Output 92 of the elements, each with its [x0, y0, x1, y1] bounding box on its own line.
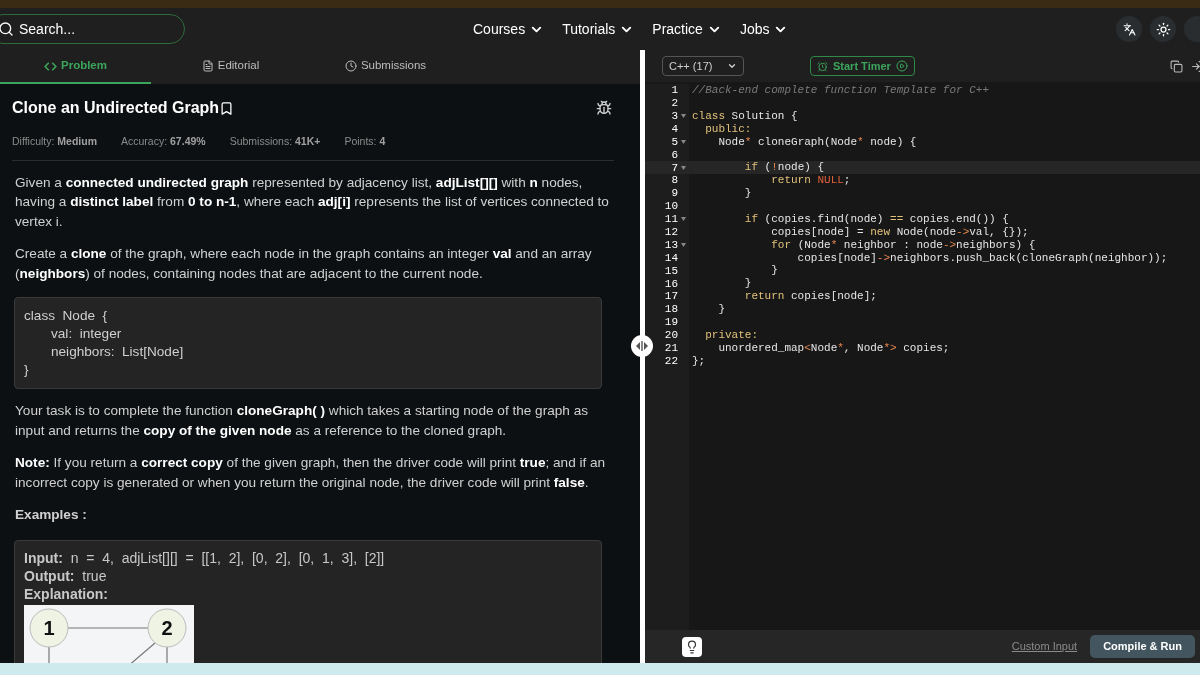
login-icon[interactable] [1191, 59, 1200, 73]
problem-stat: Difficulty: Medium [12, 134, 97, 149]
code-line: neighbors: List[Node] [50, 343, 184, 362]
line-number: 16 [664, 276, 678, 292]
hint-button[interactable] [682, 636, 702, 657]
line-number: 15 [664, 263, 678, 279]
problem-title: Clone an Undirected Graph [12, 98, 220, 118]
line-number: 5 [671, 134, 678, 150]
custom-input-link[interactable]: Custom Input [1011, 638, 1078, 655]
code-line: public: [704, 122, 752, 136]
language-select[interactable]: C++ (17) [662, 56, 744, 76]
problem-stat: Accuracy: 67.49% [121, 134, 206, 149]
statement-paragraph: Your task is to complete the function cloneGraph( ) which takes a starting node of the graph as input and returns the copy of the given node as a reference to the cloned graph. [15, 402, 589, 440]
line-number: 22 [664, 353, 678, 369]
nav-menu[interactable]: Courses [473, 18, 545, 40]
line-number: 11 [664, 212, 678, 228]
code-line: class Node { [24, 307, 108, 326]
code-line: val: integer [50, 325, 122, 344]
code-line: } [717, 303, 725, 317]
line-number: 14 [664, 250, 678, 266]
tab[interactable]: Editorial [155, 50, 306, 84]
nav-menu[interactable]: Practice [652, 18, 722, 40]
statement-paragraph: Given a connected undirected graph represented by adjacency list, adjList[][] with n nodes, having a distinct label from 0 to n-1, where each adj[i] represents the list of vertices connected to vertex i. [15, 173, 610, 231]
code-line: if (!node) { [743, 161, 825, 175]
code-line: } [743, 277, 752, 291]
translate-button[interactable] [1116, 16, 1142, 42]
lightbulb-icon [685, 639, 699, 654]
fold-icon[interactable] [680, 140, 686, 144]
start-timer-button[interactable]: Start Timer [810, 56, 915, 76]
copy-icon[interactable] [1170, 59, 1183, 73]
line-number: 9 [671, 186, 678, 202]
line-number: 4 [671, 121, 678, 137]
fold-icon[interactable] [680, 217, 686, 222]
code-line: }; [691, 354, 706, 368]
bug-icon[interactable] [596, 100, 612, 116]
line-number: 19 [664, 315, 678, 331]
theme-button[interactable] [1150, 16, 1176, 42]
nav-menu[interactable]: Tutorials [562, 18, 635, 40]
line-number: 20 [664, 328, 678, 344]
line-number: 10 [664, 199, 678, 215]
code-line: class Solution { [691, 109, 798, 123]
code-line: return NULL; [770, 174, 851, 188]
code-line: } [770, 264, 778, 278]
resize-handle[interactable] [631, 335, 653, 357]
tab[interactable]: Submissions [310, 50, 461, 84]
sun-icon [1155, 21, 1171, 37]
code-line: for (Node* neighbor : node->neighbors) { [770, 238, 1036, 252]
bookmark-icon[interactable] [219, 100, 235, 116]
line-number: 12 [664, 225, 678, 240]
line-number: 7 [671, 160, 678, 176]
problem-stat: Points: 4 [344, 134, 386, 149]
code-line: } [24, 361, 29, 380]
problem-stat: Submissions: 41K+ [229, 134, 321, 149]
code-line: } [743, 187, 752, 201]
code-line: //Back-end complete function Template for C++ [691, 84, 990, 97]
code-line: copies[node] = new Node(node->val, {}); [770, 225, 1029, 239]
fold-icon[interactable] [680, 243, 686, 248]
nav-menu[interactable]: Jobs [739, 18, 789, 40]
line-number: 18 [664, 302, 678, 318]
search-icon [0, 21, 14, 37]
caret-icon [727, 61, 737, 71]
search-field[interactable]: Search... [0, 14, 185, 44]
code-line: copies[node]->neighbors.push_back(cloneGraph(neighbor)); [796, 251, 1168, 265]
alarm-clock-icon [817, 60, 828, 72]
code-line: Node* cloneGraph(Node* node) { [717, 135, 917, 149]
graph-drawing: 1 2 [24, 604, 194, 663]
statement-paragraph: Note: If you return a correct copy of the given graph, then the driver code will print true; and if an incorrect copy is generated or when you return the original node, the driver code will print false. [15, 454, 607, 492]
example-line: Output: true [24, 566, 108, 585]
document-icon [201, 60, 214, 72]
play-icon [895, 60, 908, 72]
example-line: Input: n = 4, adjList[][] = [[1, 2], [0, 2], [0, 1, 3], [2]] [24, 548, 386, 567]
code-icon [44, 59, 57, 73]
example-line: Explanation: [24, 584, 109, 603]
code-line: unordered_map<Node*, Node*> copies; [717, 341, 950, 355]
clock-icon [344, 60, 357, 72]
line-number: 1 [671, 83, 678, 99]
code-line: private: [704, 328, 758, 342]
fold-icon[interactable] [680, 165, 686, 170]
statement-paragraph: Create a clone of the graph, where each node in the graph contains an integer val and an array (neighbors) of nodes, containing nodes that are adjacent to the current node. [15, 245, 593, 283]
translate-icon [1122, 22, 1136, 36]
code-line: if (copies.find(node) == copies.end()) { [743, 212, 1009, 226]
compile-run-button[interactable]: Compile & Run [1090, 635, 1195, 658]
line-number: 6 [671, 147, 678, 163]
line-number: 17 [664, 289, 678, 305]
line-number: 3 [671, 109, 678, 124]
line-number: 2 [671, 96, 678, 112]
line-number: 21 [664, 341, 678, 356]
code-line: return copies[node]; [743, 290, 877, 304]
line-number: 8 [671, 173, 678, 189]
line-number: 13 [664, 237, 678, 253]
examples-heading: Examples : [14, 506, 88, 525]
fold-icon[interactable] [680, 114, 686, 119]
